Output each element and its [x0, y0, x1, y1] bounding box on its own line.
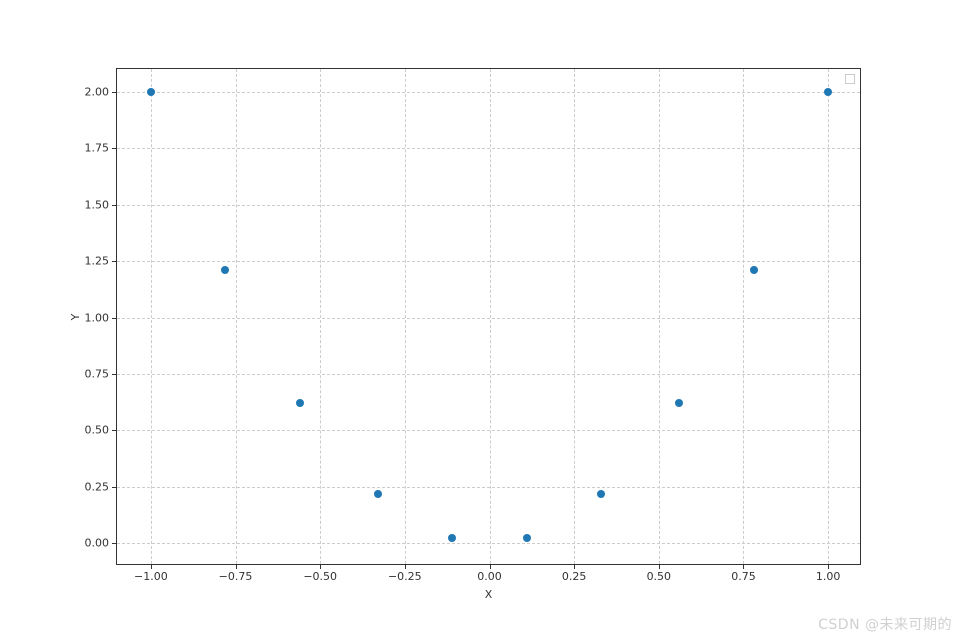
data-point — [147, 88, 155, 96]
data-point — [750, 266, 758, 274]
x-tick-mark — [405, 564, 406, 569]
x-tick-label: −1.00 — [134, 570, 168, 583]
y-tick-label: 1.00 — [85, 311, 110, 324]
gridline-vertical — [743, 69, 744, 564]
gridline-horizontal — [117, 487, 860, 488]
watermark-text: CSDN @未来可期的 — [818, 614, 952, 634]
y-tick-mark — [112, 318, 117, 319]
gridline-horizontal — [117, 318, 860, 319]
data-point — [523, 534, 531, 542]
y-tick-mark — [112, 543, 117, 544]
y-tick-mark — [112, 92, 117, 93]
data-point — [597, 490, 605, 498]
data-point — [374, 490, 382, 498]
plot-area: X Y −1.00−0.75−0.50−0.250.000.250.500.75… — [116, 68, 861, 565]
y-tick-label: 1.75 — [85, 142, 110, 155]
y-tick-mark — [112, 261, 117, 262]
data-point — [448, 534, 456, 542]
x-tick-label: 0.50 — [647, 570, 672, 583]
gridline-vertical — [320, 69, 321, 564]
gridline-vertical — [151, 69, 152, 564]
gridline-vertical — [828, 69, 829, 564]
y-tick-mark — [112, 487, 117, 488]
data-point — [675, 399, 683, 407]
gridline-horizontal — [117, 543, 860, 544]
data-point — [824, 88, 832, 96]
y-tick-label: 1.25 — [85, 255, 110, 268]
y-tick-label: 0.00 — [85, 537, 110, 550]
y-tick-label: 0.50 — [85, 424, 110, 437]
y-tick-mark — [112, 205, 117, 206]
y-tick-label: 2.00 — [85, 85, 110, 98]
x-axis-label: X — [485, 588, 493, 601]
data-point — [296, 399, 304, 407]
gridline-vertical — [490, 69, 491, 564]
y-tick-mark — [112, 148, 117, 149]
y-tick-label: 1.50 — [85, 198, 110, 211]
y-tick-mark — [112, 374, 117, 375]
x-tick-mark — [151, 564, 152, 569]
gridline-horizontal — [117, 205, 860, 206]
x-tick-label: 0.00 — [477, 570, 502, 583]
x-tick-mark — [574, 564, 575, 569]
x-tick-mark — [236, 564, 237, 569]
gridline-horizontal — [117, 92, 860, 93]
gridline-vertical — [659, 69, 660, 564]
x-tick-mark — [490, 564, 491, 569]
data-point — [221, 266, 229, 274]
gridline-vertical — [574, 69, 575, 564]
x-tick-mark — [320, 564, 321, 569]
x-tick-label: −0.50 — [303, 570, 337, 583]
gridline-horizontal — [117, 430, 860, 431]
gridline-vertical — [236, 69, 237, 564]
chart-figure: X Y −1.00 −0.75 −0.50 −0.25 0.00 0.25 0.50 0.75… — [0, 0, 960, 640]
x-tick-label: −0.25 — [388, 570, 422, 583]
y-tick-mark — [112, 430, 117, 431]
gridline-horizontal — [117, 148, 860, 149]
x-tick-mark — [828, 564, 829, 569]
x-tick-mark — [659, 564, 660, 569]
y-tick-label: 0.25 — [85, 480, 110, 493]
x-tick-label: 0.75 — [731, 570, 756, 583]
x-tick-label: 1.00 — [816, 570, 841, 583]
legend-box — [845, 74, 855, 84]
x-tick-label: 0.25 — [562, 570, 587, 583]
x-tick-label: −0.75 — [219, 570, 253, 583]
x-tick-mark — [743, 564, 744, 569]
gridline-horizontal — [117, 374, 860, 375]
y-axis-label: Y — [69, 313, 82, 320]
gridline-vertical — [405, 69, 406, 564]
gridline-horizontal — [117, 261, 860, 262]
y-tick-label: 0.75 — [85, 367, 110, 380]
